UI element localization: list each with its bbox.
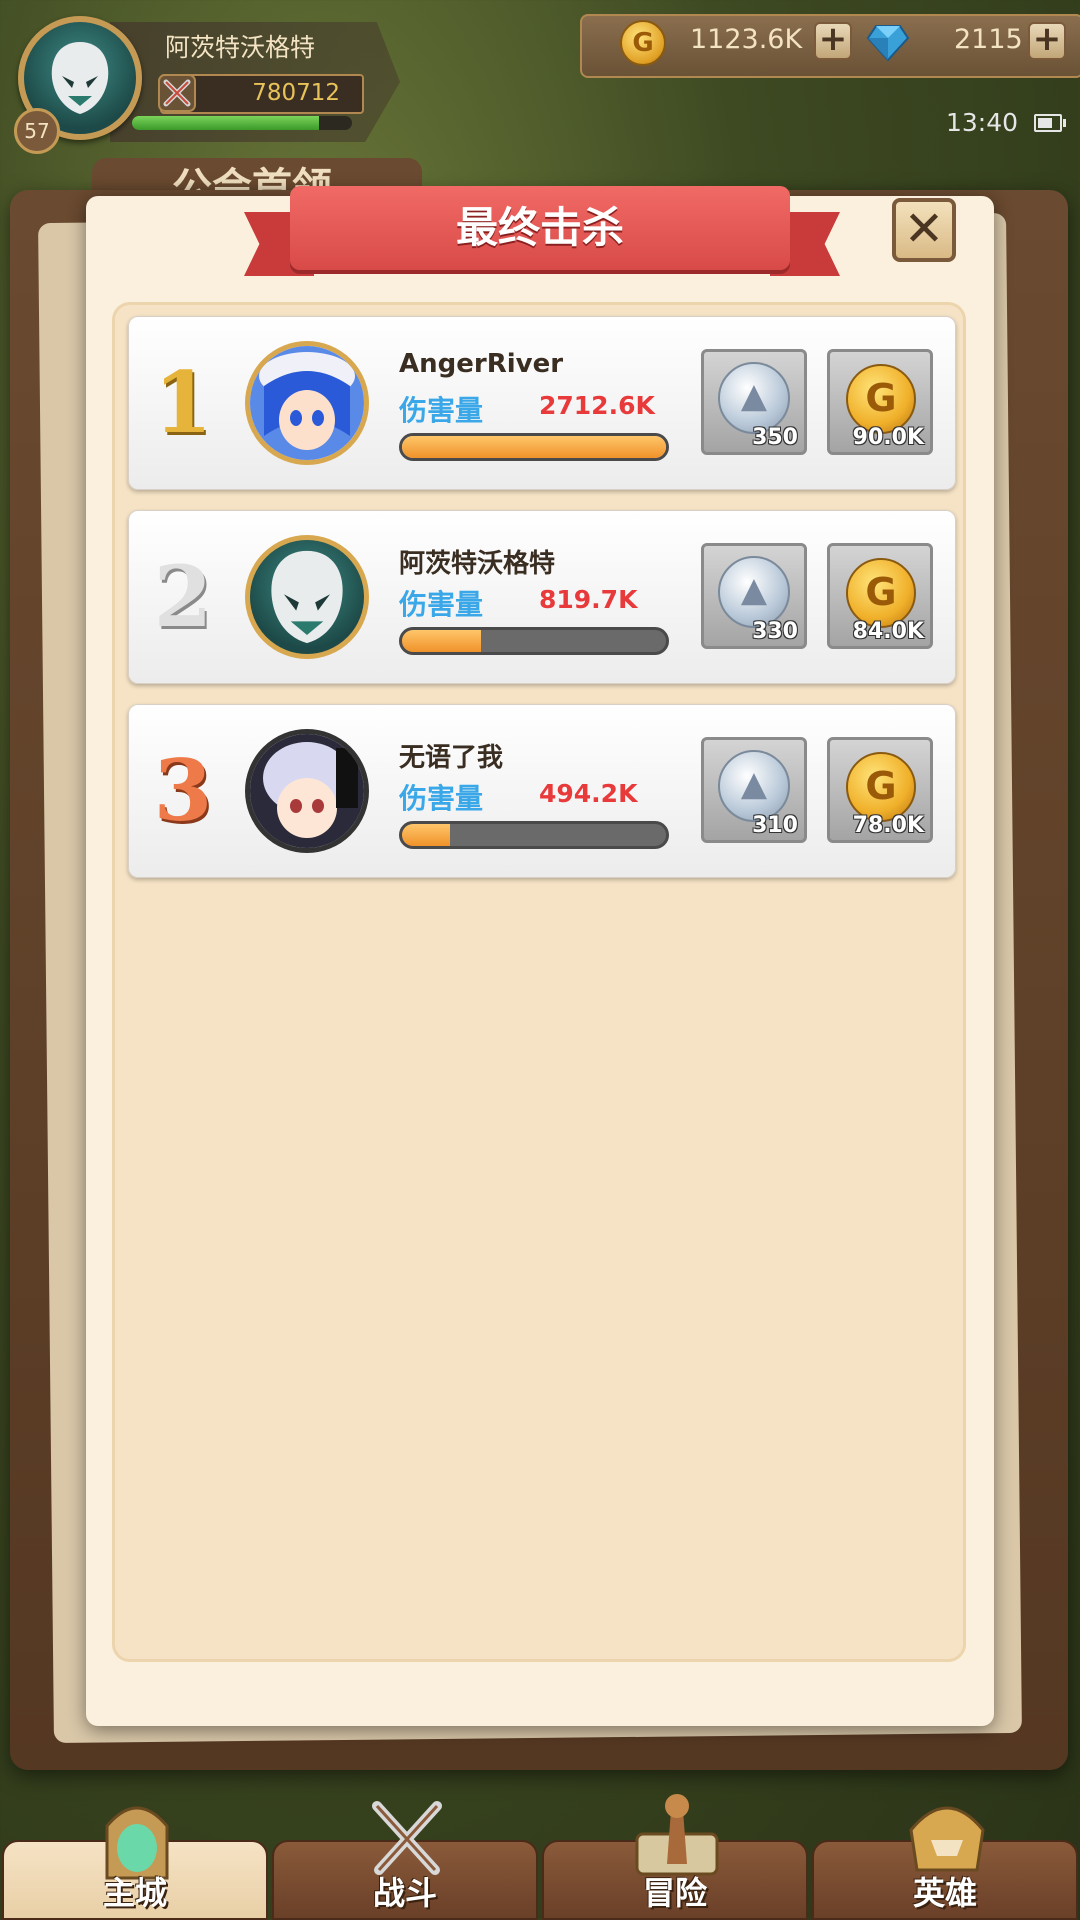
damage-bar — [399, 821, 669, 849]
blue-hair-girl-avatar-icon — [250, 346, 364, 460]
ranking-row-1: 1 AngerRiver 伤害量 2712.6K ▲ 350 G 90.0K — [128, 316, 956, 490]
experience-bar — [132, 116, 352, 130]
gold-coin-icon: G — [846, 752, 916, 822]
damage-bar — [399, 627, 669, 655]
damage-bar-fill — [402, 436, 666, 458]
gold-reward-qty: 84.0K — [852, 619, 924, 644]
gold-amount: 1123.6K — [690, 24, 803, 55]
player-name: 阿茨特沃格特 — [399, 549, 556, 579]
silver-coin-icon: ▲ — [718, 750, 790, 822]
damage-label: 伤害量 — [399, 394, 484, 427]
dialog-title: 最终击杀 — [290, 186, 790, 270]
damage-value: 2712.6K — [539, 391, 655, 420]
ranking-row-2: 2 阿茨特沃格特 伤害量 819.7K ▲ 330 G 84.0K — [128, 510, 956, 684]
gold-reward-slot[interactable]: G 90.0K — [827, 349, 933, 455]
gold-reward-qty: 90.0K — [852, 425, 924, 450]
silver-reward-qty: 330 — [752, 619, 798, 644]
silver-reward-slot[interactable]: ▲ 350 — [701, 349, 807, 455]
nav-label: 主城 — [102, 1874, 167, 1912]
gem-amount: 2115 — [954, 24, 1023, 55]
rank-number: 3 — [153, 741, 213, 840]
damage-label: 伤害量 — [399, 782, 484, 815]
silver-hair-girl-avatar-icon — [250, 734, 364, 848]
gold-coin-icon: G — [620, 20, 666, 66]
silver-reward-slot[interactable]: ▲ 330 — [701, 543, 807, 649]
damage-value: 494.2K — [539, 779, 638, 808]
nav-label: 战斗 — [372, 1874, 437, 1912]
blue-gem-icon — [866, 25, 910, 62]
damage-label: 伤害量 — [399, 588, 484, 621]
nav-tab-battle[interactable]: 战斗 — [272, 1801, 538, 1920]
player-name: 无语了我 — [399, 743, 504, 773]
nav-label: 英雄 — [912, 1874, 977, 1912]
ranking-row-3: 3 无语了我 伤害量 494.2K ▲ 310 G 78.0K — [128, 704, 956, 878]
skull-mask-icon — [271, 550, 343, 644]
nav-label: 冒险 — [642, 1874, 707, 1912]
damage-value: 819.7K — [539, 585, 638, 614]
damage-bar-fill — [402, 630, 482, 652]
silver-reward-slot[interactable]: ▲ 310 — [701, 737, 807, 843]
dialog-content-panel — [112, 302, 966, 1662]
skull-mask-icon — [51, 42, 109, 114]
add-gold-button[interactable]: + — [814, 22, 852, 60]
experience-fill — [132, 116, 319, 130]
add-gems-button[interactable]: + — [1028, 22, 1066, 60]
rank-number: 2 — [153, 547, 213, 646]
player-name: AngerRiver — [399, 349, 564, 379]
level-badge: 57 — [14, 108, 60, 154]
nav-tab-adventure[interactable]: 冒险 — [542, 1794, 808, 1920]
bottom-navigation: 主城 战斗 冒险 英雄 — [0, 1794, 1080, 1920]
close-icon: ✕ — [903, 201, 945, 257]
player-name: 阿茨特沃格特 — [165, 33, 316, 62]
damage-bar — [399, 433, 669, 461]
gold-reward-qty: 78.0K — [852, 813, 924, 838]
avatar[interactable] — [245, 729, 369, 853]
silver-reward-qty: 310 — [752, 813, 798, 838]
avatar[interactable] — [245, 535, 369, 659]
silver-coin-icon: ▲ — [718, 362, 790, 434]
combat-power-value: 780712 — [252, 80, 340, 106]
crossed-swords-icon — [158, 74, 196, 112]
combat-power-bar: 780712 — [158, 74, 364, 114]
avatar[interactable] — [245, 341, 369, 465]
gold-coin-icon: G — [846, 558, 916, 628]
gold-reward-slot[interactable]: G 78.0K — [827, 737, 933, 843]
gold-reward-slot[interactable]: G 84.0K — [827, 543, 933, 649]
battery-icon — [1034, 114, 1066, 132]
clock: 13:40 — [946, 108, 1019, 137]
nav-tab-main-city[interactable]: 主城 — [2, 1806, 268, 1920]
damage-bar-fill — [402, 824, 450, 846]
nav-tab-heroes[interactable]: 英雄 — [812, 1806, 1078, 1920]
gold-coin-icon: G — [846, 364, 916, 434]
rank-number: 1 — [153, 353, 213, 452]
close-button[interactable]: ✕ — [892, 198, 956, 262]
silver-coin-icon: ▲ — [718, 556, 790, 628]
silver-reward-qty: 350 — [752, 425, 798, 450]
